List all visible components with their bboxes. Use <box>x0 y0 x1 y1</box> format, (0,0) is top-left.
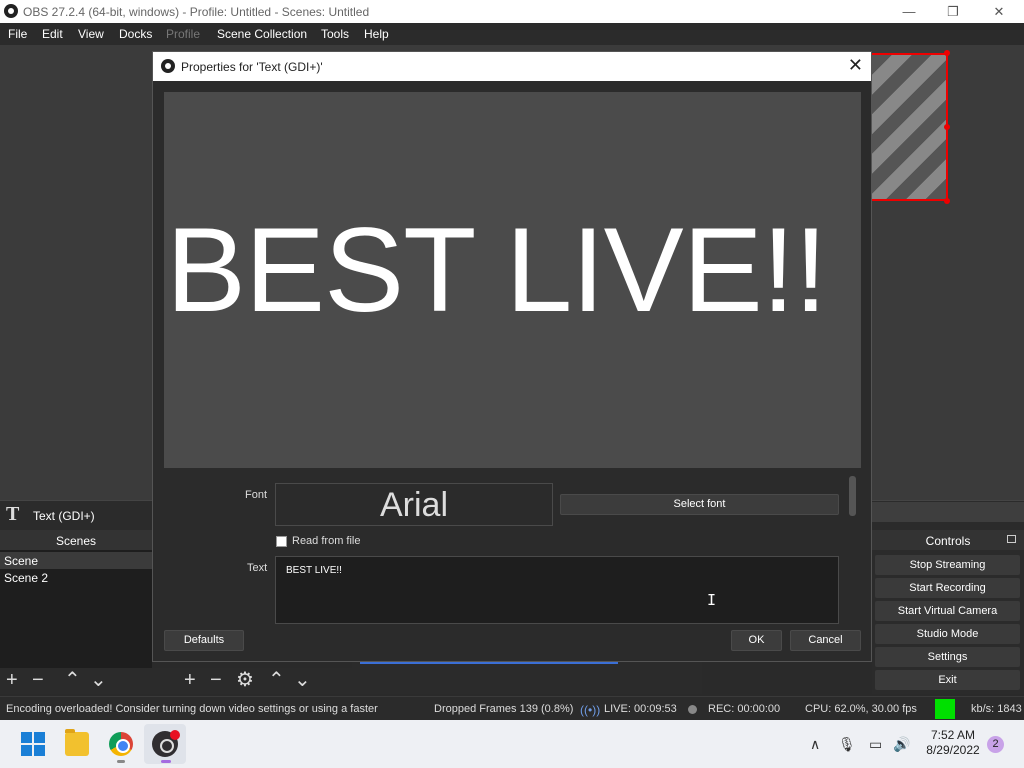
clock-date: 8/29/2022 <box>926 743 980 757</box>
notification-badge[interactable]: 2 <box>987 736 1004 753</box>
obs-logo-icon <box>4 4 18 18</box>
stop-streaming-button[interactable]: Stop Streaming <box>875 555 1020 575</box>
controls-dock-title: Controls <box>872 530 1024 550</box>
menu-profile[interactable]: Profile <box>166 27 200 41</box>
preview-selected-source[interactable] <box>870 53 948 201</box>
close-window-button[interactable]: ✕ <box>976 0 1022 23</box>
undock-icon[interactable] <box>1007 535 1016 543</box>
menu-edit[interactable]: Edit <box>42 27 63 41</box>
start-recording-button[interactable]: Start Recording <box>875 578 1020 598</box>
text-cursor-icon: I <box>707 591 717 609</box>
move-source-down-icon[interactable]: ⌄ <box>294 669 311 691</box>
rec-timer: REC: 00:00:00 <box>708 703 781 715</box>
controls-dock: Controls Stop Streaming Start Recording … <box>872 530 1024 694</box>
menu-file[interactable]: File <box>8 27 27 41</box>
move-source-up-icon[interactable]: ⌃ <box>268 669 285 691</box>
status-message: Encoding overloaded! Consider turning do… <box>6 703 378 715</box>
minimize-button[interactable]: — <box>886 0 932 23</box>
running-indicator <box>117 760 125 763</box>
dialog-close-icon[interactable]: ✕ <box>848 55 863 76</box>
select-font-button[interactable]: Select font <box>560 494 839 515</box>
bitrate: kb/s: 1843 <box>971 703 1022 715</box>
remove-scene-icon[interactable]: − <box>32 669 44 691</box>
text-preview: BEST LIVE!! <box>164 92 861 468</box>
tray-overflow-chevron-icon[interactable]: ∧ <box>810 736 820 753</box>
dialog-scrollbar[interactable] <box>849 476 856 516</box>
maximize-button[interactable]: ❐ <box>930 0 976 23</box>
menu-bar: File Edit View Docks Profile Scene Colle… <box>0 23 1024 45</box>
broadcast-icon: ((•)) <box>580 703 601 717</box>
stream-health-indicator <box>935 699 955 719</box>
dropped-frames: Dropped Frames 139 (0.8%) <box>434 703 574 715</box>
network-icon[interactable]: ▭ <box>869 736 882 753</box>
start-virtual-camera-button[interactable]: Start Virtual Camera <box>875 601 1020 621</box>
text-input[interactable]: BEST LIVE!! <box>275 556 839 624</box>
add-source-icon[interactable]: + <box>184 669 196 691</box>
exit-button[interactable]: Exit <box>875 670 1020 690</box>
source-toolbar-field <box>872 502 1024 522</box>
text-label: Text <box>247 562 268 574</box>
move-scene-down-icon[interactable]: ⌄ <box>90 669 107 691</box>
live-timer: LIVE: 00:09:53 <box>604 703 677 715</box>
menu-tools[interactable]: Tools <box>321 27 349 41</box>
studio-mode-button[interactable]: Studio Mode <box>875 624 1020 644</box>
read-from-file-checkbox[interactable] <box>276 536 287 547</box>
text-source-icon: T <box>6 503 20 525</box>
scene-list-item[interactable]: Scene 2 <box>0 569 152 586</box>
menu-scene-collection[interactable]: Scene Collection <box>217 27 307 41</box>
cpu-fps: CPU: 62.0%, 30.00 fps <box>805 703 917 715</box>
cancel-button[interactable]: Cancel <box>790 630 861 651</box>
remove-source-icon[interactable]: − <box>210 669 222 691</box>
settings-button[interactable]: Settings <box>875 647 1020 667</box>
source-bar-right <box>872 500 1024 530</box>
chrome-icon[interactable] <box>109 732 133 756</box>
recording-badge-icon <box>170 730 180 740</box>
font-name: Arial <box>379 486 449 524</box>
source-bar: T Text (GDI+) <box>0 500 152 530</box>
window-title-bar: OBS 27.2.4 (64-bit, windows) - Profile: … <box>0 0 1024 23</box>
scenes-dock: Scenes Scene Scene 2 <box>0 530 152 668</box>
source-settings-gear-icon[interactable]: ⚙ <box>236 669 254 691</box>
windows-start-icon[interactable] <box>21 732 45 756</box>
defaults-button[interactable]: Defaults <box>164 630 244 651</box>
preview-text: BEST LIVE!! <box>166 203 827 337</box>
running-indicator <box>161 760 171 763</box>
add-scene-icon[interactable]: + <box>6 669 18 691</box>
scene-list-item[interactable]: Scene <box>0 552 152 569</box>
dock-toolbar: + − ⌃ ⌄ + − ⚙ ⌃ ⌄ <box>0 668 352 694</box>
menu-view[interactable]: View <box>78 27 104 41</box>
source-name: Text (GDI+) <box>33 509 95 523</box>
menu-help[interactable]: Help <box>364 27 389 41</box>
resize-handle[interactable] <box>944 50 950 56</box>
dialog-title: Properties for 'Text (GDI+)' <box>181 60 323 74</box>
taskbar-clock[interactable]: 7:52 AM 8/29/2022 <box>920 728 986 758</box>
taskbar: ∧ 🎙 ▭ 🔊 <box>0 720 1024 768</box>
microphone-icon[interactable]: 🎙 <box>838 736 856 753</box>
menu-docks[interactable]: Docks <box>119 27 152 41</box>
font-label: Font <box>245 489 268 501</box>
font-display: Arial <box>275 483 553 526</box>
window-title: OBS 27.2.4 (64-bit, windows) - Profile: … <box>23 5 370 19</box>
resize-handle[interactable] <box>944 198 950 204</box>
scenes-dock-title: Scenes <box>0 530 152 550</box>
properties-dialog: Properties for 'Text (GDI+)' ✕ BEST LIVE… <box>152 51 872 662</box>
resize-handle[interactable] <box>944 124 950 130</box>
clock-time: 7:52 AM <box>930 728 976 742</box>
volume-icon[interactable]: 🔊 <box>893 736 910 753</box>
ok-button[interactable]: OK <box>731 630 782 651</box>
move-scene-up-icon[interactable]: ⌃ <box>64 669 81 691</box>
obs-logo-icon <box>161 59 175 73</box>
status-bar: Encoding overloaded! Consider turning do… <box>0 696 1024 720</box>
audio-mixer-area <box>352 660 702 694</box>
read-from-file-label[interactable]: Read from file <box>292 535 360 547</box>
file-explorer-icon[interactable] <box>65 729 89 756</box>
record-dot-icon <box>688 705 697 714</box>
dialog-title-bar: Properties for 'Text (GDI+)' ✕ <box>153 52 871 81</box>
